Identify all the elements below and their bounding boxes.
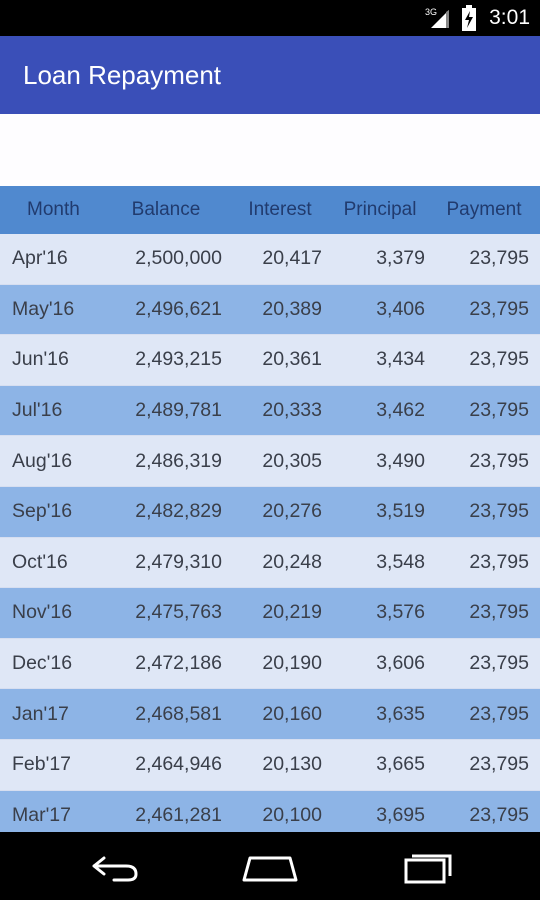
cell-balance: 2,500,000 [135,247,222,270]
cell-payment: 23,795 [469,348,529,371]
cell-interest: 20,276 [262,500,322,523]
cell-payment: 23,795 [469,399,529,422]
cell-principal: 3,665 [376,753,425,776]
cell-principal: 3,434 [376,348,425,371]
cell-balance: 2,489,781 [135,399,222,422]
cell-interest: 20,333 [262,399,322,422]
cell-payment: 23,795 [469,247,529,270]
app-bar: Loan Repayment [0,36,540,114]
cell-payment: 23,795 [469,449,529,472]
cell-balance: 2,493,215 [135,348,222,371]
home-icon[interactable] [240,846,300,886]
cell-month: Nov'16 [12,601,73,624]
table-row: Jun'16 2,493,215 20,361 3,434 23,795 [0,335,540,386]
navigation-bar [0,832,540,900]
cell-balance: 2,468,581 [135,702,222,725]
page-title: Loan Repayment [23,60,222,90]
cell-principal: 3,490 [376,449,425,472]
table-body: Apr'16 2,500,000 20,417 3,379 23,795 May'16 2,… [0,234,540,842]
cell-month: Oct'16 [12,550,68,573]
back-icon[interactable] [84,846,144,886]
cell-month: Jan'17 [12,702,69,725]
table-row: Aug'16 2,486,319 20,305 3,490 23,795 [0,436,540,487]
repayment-table: Month Balance Interest Principal Payment… [0,186,540,842]
cell-payment: 23,795 [469,500,529,523]
header-principal: Principal [343,199,417,220]
cell-month: May'16 [12,297,75,320]
cell-balance: 2,496,621 [135,297,222,320]
cell-month: Sep'16 [12,500,73,523]
cell-principal: 3,606 [376,652,425,675]
cell-interest: 20,219 [262,601,322,624]
cell-principal: 3,635 [376,702,425,725]
cell-month: Mar'17 [12,803,71,826]
cell-interest: 20,305 [262,449,322,472]
recents-icon[interactable] [400,846,460,886]
table-row: Apr'16 2,500,000 20,417 3,379 23,795 [0,234,540,285]
cell-month: Aug'16 [12,449,73,472]
header-balance: Balance [131,199,201,220]
cell-payment: 23,795 [469,652,529,675]
cell-payment: 23,795 [469,702,529,725]
network-type-label: 3G [425,7,437,17]
cell-balance: 2,475,763 [135,601,222,624]
table-row: Sep'16 2,482,829 20,276 3,519 23,795 [0,486,540,538]
cell-month: Feb'17 [12,753,72,776]
table-row: Dec'16 2,472,186 20,190 3,606 23,795 [0,638,540,690]
battery-icon [462,5,477,31]
cell-payment: 23,795 [469,803,529,826]
table-row: Jan'17 2,468,581 20,160 3,635 23,795 [0,689,540,740]
cell-balance: 2,464,946 [135,753,222,776]
cell-payment: 23,795 [469,550,529,573]
cell-principal: 3,519 [376,500,425,523]
cell-month: Jul'16 [12,399,63,422]
cell-payment: 23,795 [469,753,529,776]
table-header-row: Month Balance Interest Principal Payment [0,186,540,234]
cell-balance: 2,486,319 [135,449,222,472]
cell-principal: 3,695 [376,803,425,826]
status-bar: 3G 3:01 [0,0,540,36]
table-row: Feb'17 2,464,946 20,130 3,665 23,795 [0,739,540,791]
cell-interest: 20,248 [262,550,322,573]
cell-interest: 20,130 [262,753,322,776]
header-payment: Payment [446,199,522,220]
cell-interest: 20,361 [262,348,322,371]
status-icons: 3G 3:01 [425,0,530,36]
header-interest: Interest [248,199,312,220]
table-row: Nov'16 2,475,763 20,219 3,576 23,795 [0,588,540,639]
cell-interest: 20,389 [262,297,322,320]
cell-interest: 20,100 [262,803,322,826]
table-row: Oct'16 2,479,310 20,248 3,548 23,795 [0,537,540,589]
cell-principal: 3,379 [376,247,425,270]
cell-balance: 2,479,310 [135,550,222,573]
signal-icon: 3G [425,7,450,28]
cell-principal: 3,406 [376,297,425,320]
cell-interest: 20,190 [262,652,322,675]
cell-interest: 20,160 [262,702,322,725]
cell-balance: 2,461,281 [135,803,222,826]
cell-principal: 3,548 [376,550,425,573]
cell-payment: 23,795 [469,297,529,320]
table-row: Jul'16 2,489,781 20,333 3,462 23,795 [0,385,540,437]
cell-month: Apr'16 [12,247,68,270]
cell-principal: 3,576 [376,601,425,624]
table-row: May'16 2,496,621 20,389 3,406 23,795 [0,284,540,336]
cell-balance: 2,472,186 [135,652,222,675]
cell-interest: 20,417 [262,247,322,270]
cell-principal: 3,462 [376,399,425,422]
cell-payment: 23,795 [469,601,529,624]
status-time: 3:01 [489,6,530,29]
cell-month: Dec'16 [12,652,73,675]
blank-area [0,114,540,186]
cell-month: Jun'16 [12,348,69,371]
header-month: Month [27,199,80,220]
cell-balance: 2,482,829 [135,500,222,523]
